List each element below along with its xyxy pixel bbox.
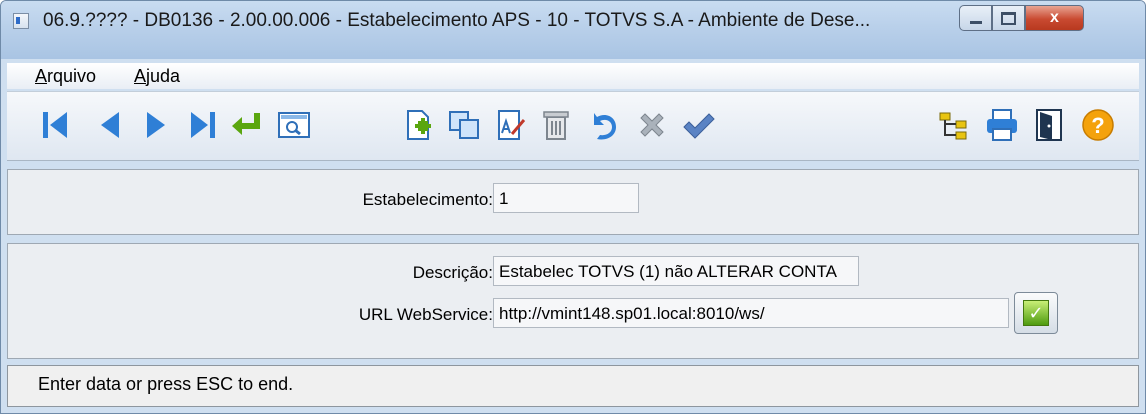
new-record-icon	[407, 110, 431, 140]
maximize-button[interactable]	[992, 5, 1025, 31]
goto-icon	[232, 113, 260, 135]
next-record-button[interactable]	[137, 106, 175, 144]
save-button[interactable]	[679, 106, 717, 144]
estabelecimento-label: Estabelecimento:	[362, 190, 493, 209]
previous-record-button[interactable]	[91, 106, 129, 144]
menu-ajuda-label: juda	[146, 66, 181, 86]
key-panel: Estabelecimento: 1	[7, 169, 1139, 235]
first-record-button[interactable]	[37, 106, 75, 144]
minimize-icon	[969, 20, 982, 24]
menu-arquivo[interactable]: Arquivo	[35, 66, 96, 87]
tree-icon	[939, 112, 967, 140]
delete-record-icon	[543, 111, 569, 140]
menu-ajuda-accelerator: A	[134, 66, 147, 86]
window-title: 06.9.???? - DB0136 - 2.00.00.006 - Estab…	[43, 10, 871, 31]
status-bar: Enter data or press ESC to end.	[7, 365, 1139, 407]
last-record-icon	[191, 112, 215, 138]
print-button[interactable]	[983, 106, 1021, 144]
toolbar: ?	[7, 91, 1139, 161]
previous-record-icon	[101, 112, 119, 138]
last-record-button[interactable]	[183, 106, 221, 144]
undo-button[interactable]	[585, 106, 623, 144]
menu-bar: Arquivo Ajuda	[7, 63, 1139, 89]
search-icon	[278, 112, 310, 138]
app-icon[interactable]	[13, 13, 29, 29]
estabelecimento-field[interactable]: 1	[493, 183, 639, 213]
print-icon	[987, 109, 1017, 141]
descricao-label: Descrição:	[412, 263, 493, 282]
delete-record-button[interactable]	[537, 106, 575, 144]
minimize-button[interactable]	[959, 5, 992, 31]
checkmark-icon: ✓	[1023, 300, 1049, 326]
save-icon	[683, 113, 715, 139]
confirm-url-button[interactable]: ✓	[1014, 292, 1058, 334]
svg-text:?: ?	[1091, 113, 1104, 138]
title-bar[interactable]: 06.9.???? - DB0136 - 2.00.00.006 - Estab…	[1, 1, 1145, 59]
window-controls: x	[959, 5, 1084, 31]
next-record-icon	[147, 112, 165, 138]
help-icon: ?	[1082, 109, 1114, 141]
menu-arquivo-label: rquivo	[47, 66, 97, 86]
tree-button[interactable]	[935, 106, 973, 144]
url-webservice-field[interactable]: http://vmint148.sp01.local:8010/ws/	[493, 298, 1009, 328]
descricao-field[interactable]: Estabelec TOTVS (1) não ALTERAR CONTA	[493, 256, 859, 286]
copy-record-icon	[449, 111, 479, 139]
exit-icon	[1036, 109, 1062, 141]
menu-arquivo-accelerator: A	[35, 66, 48, 86]
close-button[interactable]: x	[1025, 5, 1084, 31]
status-text: Enter data or press ESC to end.	[38, 374, 294, 394]
details-panel: Descrição: Estabelec TOTVS (1) não ALTER…	[7, 243, 1139, 359]
goto-button[interactable]	[229, 106, 267, 144]
cancel-button[interactable]	[633, 106, 671, 144]
help-button[interactable]: ?	[1079, 106, 1117, 144]
application-window: 06.9.???? - DB0136 - 2.00.00.006 - Estab…	[0, 0, 1146, 414]
url-webservice-label: URL WebService:	[358, 305, 493, 324]
maximize-icon	[1001, 11, 1016, 25]
search-button[interactable]	[275, 106, 313, 144]
cancel-icon	[640, 113, 664, 137]
first-record-icon	[43, 112, 67, 138]
undo-icon	[594, 113, 616, 140]
edit-record-icon	[498, 110, 526, 140]
close-icon: x	[1050, 9, 1059, 26]
exit-button[interactable]	[1031, 106, 1069, 144]
menu-ajuda[interactable]: Ajuda	[134, 66, 180, 87]
copy-record-button[interactable]	[445, 106, 483, 144]
edit-record-button[interactable]	[491, 106, 529, 144]
new-record-button[interactable]	[399, 106, 437, 144]
